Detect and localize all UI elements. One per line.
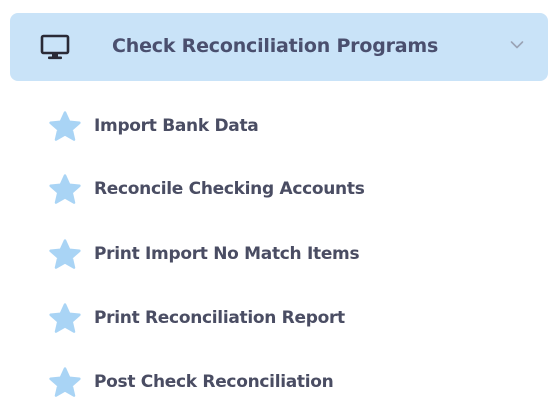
menu-item-label: Reconcile Checking Accounts (94, 179, 365, 199)
chevron-down-icon[interactable] (510, 40, 524, 50)
menu-item-import-bank-data[interactable]: Import Bank Data (48, 109, 508, 143)
check-reconciliation-programs-header[interactable]: Check Reconciliation Programs (10, 13, 548, 81)
star-icon (49, 174, 81, 204)
group-title: Check Reconciliation Programs (112, 35, 439, 57)
check-reconciliation-menu-group: Check Reconciliation Programs Import Ban… (0, 0, 548, 411)
star-icon (49, 367, 81, 397)
menu-item-post-check-reconciliation[interactable]: Post Check Reconciliation (48, 365, 508, 399)
menu-item-label: Post Check Reconciliation (94, 372, 334, 392)
menu-item-print-reconciliation-report[interactable]: Print Reconciliation Report (48, 301, 508, 335)
monitor-icon (40, 34, 70, 60)
menu-item-label: Import Bank Data (94, 116, 259, 136)
menu-item-label: Print Import No Match Items (94, 244, 360, 264)
menu-item-print-import-no-match-items[interactable]: Print Import No Match Items (48, 237, 508, 271)
star-icon (49, 239, 81, 269)
menu-item-label: Print Reconciliation Report (94, 308, 345, 328)
star-icon (49, 111, 81, 141)
menu-item-reconcile-checking-accounts[interactable]: Reconcile Checking Accounts (48, 172, 508, 206)
star-icon (49, 303, 81, 333)
